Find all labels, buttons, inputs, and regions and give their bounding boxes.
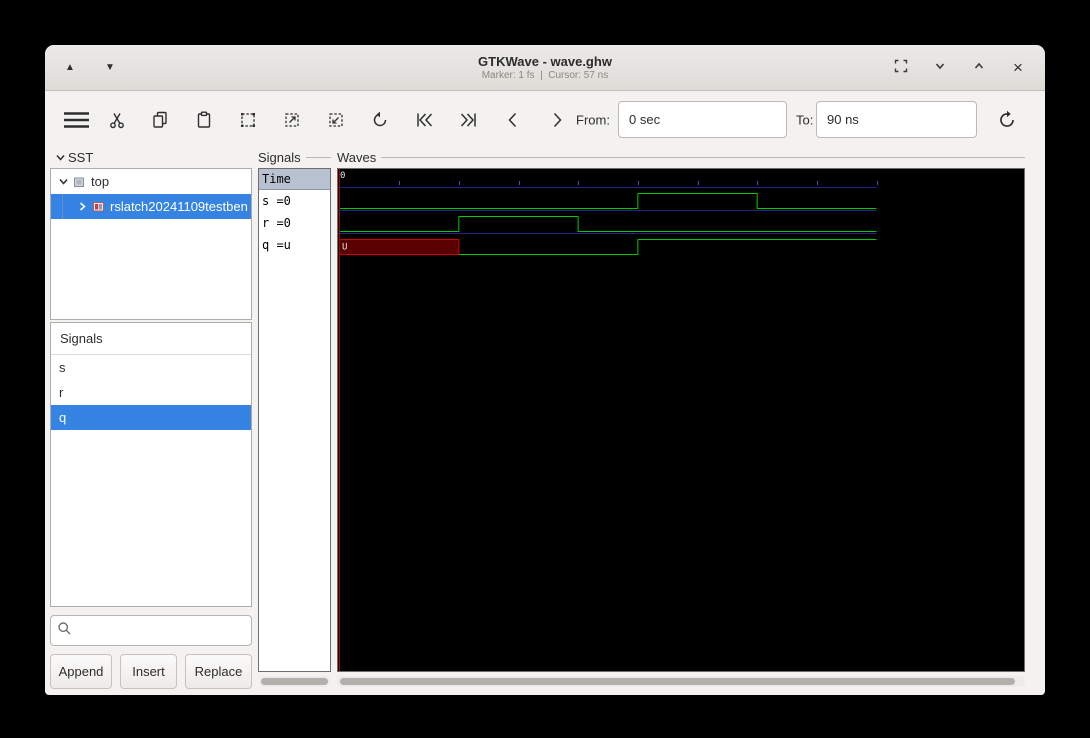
chevron-right-icon bbox=[547, 110, 567, 130]
window-title: GTKWave - wave.ghw bbox=[478, 54, 612, 69]
refresh-icon bbox=[996, 109, 1018, 131]
from-time-input[interactable] bbox=[618, 101, 787, 138]
signals-horizontal-scrollbar[interactable] bbox=[259, 676, 330, 687]
from-label: From: bbox=[576, 112, 610, 127]
cut-button[interactable] bbox=[99, 103, 135, 137]
signal-list-item-r[interactable]: r bbox=[51, 380, 251, 405]
svg-text:0: 0 bbox=[340, 171, 345, 181]
tree-item-testbench[interactable]: rslatch20241109testben bbox=[51, 194, 251, 219]
copy-button[interactable] bbox=[142, 103, 178, 137]
waves-frame-header: Waves bbox=[337, 150, 1025, 165]
signal-search-input[interactable] bbox=[77, 623, 253, 638]
signal-list-item-q[interactable]: q bbox=[51, 405, 251, 430]
wave-display-area[interactable]: 0U bbox=[337, 168, 1025, 672]
chevron-down-icon[interactable] bbox=[55, 174, 71, 190]
search-icon bbox=[57, 621, 72, 641]
chevron-up-icon bbox=[973, 60, 985, 75]
shift-traces-up-button[interactable]: ▲ bbox=[59, 56, 81, 80]
triangle-up-icon: ▲ bbox=[65, 62, 75, 73]
zoom-out-selection-icon bbox=[326, 110, 346, 130]
hamburger-menu-icon bbox=[63, 111, 90, 129]
skip-to-end-icon bbox=[458, 110, 479, 130]
sst-header[interactable]: SST bbox=[52, 150, 248, 165]
chevron-left-icon bbox=[503, 110, 523, 130]
sst-signals-panel[interactable]: Signals s r q bbox=[50, 322, 252, 607]
waveform-canvas[interactable]: 0U bbox=[338, 169, 1024, 671]
fullscreen-corners-icon bbox=[894, 59, 908, 76]
close-button[interactable]: × bbox=[1007, 56, 1029, 80]
menu-button[interactable] bbox=[55, 103, 97, 137]
toolbar: From: To: bbox=[45, 91, 1045, 148]
shift-traces-down-button[interactable]: ▼ bbox=[99, 56, 121, 80]
undo-button[interactable] bbox=[362, 103, 398, 137]
insert-button[interactable]: Insert bbox=[120, 654, 177, 689]
frame-line bbox=[305, 157, 331, 158]
desktop-background: ▲ ▼ GTKWave - wave.ghw Marker: 1 fs | Cu… bbox=[0, 0, 1090, 738]
chevron-up-button[interactable] bbox=[968, 56, 990, 80]
step-forward-button[interactable] bbox=[539, 103, 575, 137]
to-time-input[interactable] bbox=[816, 101, 977, 138]
copy-icon bbox=[150, 110, 170, 130]
replace-button[interactable]: Replace bbox=[185, 654, 252, 689]
zoom-fit-button[interactable] bbox=[230, 103, 266, 137]
signals-list-header: Signals bbox=[51, 323, 251, 355]
fullscreen-button[interactable] bbox=[890, 56, 912, 80]
step-back-button[interactable] bbox=[495, 103, 531, 137]
tree-item-label: top bbox=[91, 174, 110, 189]
gtkwave-window: ▲ ▼ GTKWave - wave.ghw Marker: 1 fs | Cu… bbox=[45, 45, 1045, 695]
scrollbar-thumb[interactable] bbox=[261, 678, 328, 685]
signal-value-row-s[interactable]: s =0 bbox=[259, 190, 330, 212]
signal-list-item-s[interactable]: s bbox=[51, 355, 251, 380]
selection-box-icon bbox=[238, 110, 258, 130]
reload-button[interactable] bbox=[989, 103, 1025, 137]
skip-to-start-icon bbox=[414, 110, 435, 130]
frame-line bbox=[381, 157, 1025, 158]
titlebar-right-controls: × bbox=[890, 45, 1029, 90]
scrollbar-thumb[interactable] bbox=[340, 678, 1015, 685]
tree-guide-line bbox=[62, 194, 74, 219]
tree-item-label: rslatch20241109testben bbox=[110, 199, 248, 214]
component-icon bbox=[90, 200, 106, 214]
titlebar-title-area: GTKWave - wave.ghw Marker: 1 fs | Cursor… bbox=[478, 54, 612, 81]
time-column-header[interactable]: Time bbox=[259, 169, 330, 190]
waves-horizontal-scrollbar[interactable] bbox=[337, 676, 1025, 687]
module-chip-icon bbox=[71, 175, 87, 189]
titlebar[interactable]: ▲ ▼ GTKWave - wave.ghw Marker: 1 fs | Cu… bbox=[45, 45, 1045, 91]
close-icon: × bbox=[1013, 58, 1023, 77]
signal-search-box[interactable] bbox=[50, 615, 253, 646]
tree-item-top[interactable]: top bbox=[51, 169, 251, 194]
chevron-down-icon bbox=[934, 60, 946, 75]
chevron-down-icon[interactable] bbox=[52, 150, 68, 166]
paste-button[interactable] bbox=[186, 103, 222, 137]
chevron-down-button[interactable] bbox=[929, 56, 951, 80]
scissors-icon bbox=[107, 110, 127, 130]
titlebar-left-controls: ▲ ▼ bbox=[59, 45, 121, 90]
zoom-in-selection-icon bbox=[282, 110, 302, 130]
svg-text:U: U bbox=[342, 243, 347, 253]
go-to-end-button[interactable] bbox=[450, 103, 486, 137]
triangle-down-icon: ▼ bbox=[105, 62, 115, 73]
waves-panel-label: Waves bbox=[337, 150, 377, 165]
paste-clipboard-icon bbox=[194, 110, 214, 130]
append-button[interactable]: Append bbox=[50, 654, 112, 689]
marker-cursor-status: Marker: 1 fs | Cursor: 57 ns bbox=[481, 70, 609, 81]
signal-value-row-r[interactable]: r =0 bbox=[259, 212, 330, 234]
to-label: To: bbox=[796, 112, 814, 127]
signals-panel-label: Signals bbox=[258, 150, 301, 165]
signals-values-panel[interactable]: Time s =0 r =0 q =u bbox=[258, 168, 331, 672]
chevron-right-icon[interactable] bbox=[74, 199, 90, 215]
sst-tree-panel[interactable]: top rslatch20241109testben bbox=[50, 168, 252, 320]
sst-label: SST bbox=[68, 150, 94, 165]
zoom-in-button[interactable] bbox=[274, 103, 310, 137]
go-to-start-button[interactable] bbox=[406, 103, 442, 137]
undo-arrow-icon bbox=[370, 110, 390, 130]
signal-value-row-q[interactable]: q =u bbox=[259, 234, 330, 256]
zoom-out-button[interactable] bbox=[318, 103, 354, 137]
signals-frame-header: Signals bbox=[258, 150, 331, 165]
